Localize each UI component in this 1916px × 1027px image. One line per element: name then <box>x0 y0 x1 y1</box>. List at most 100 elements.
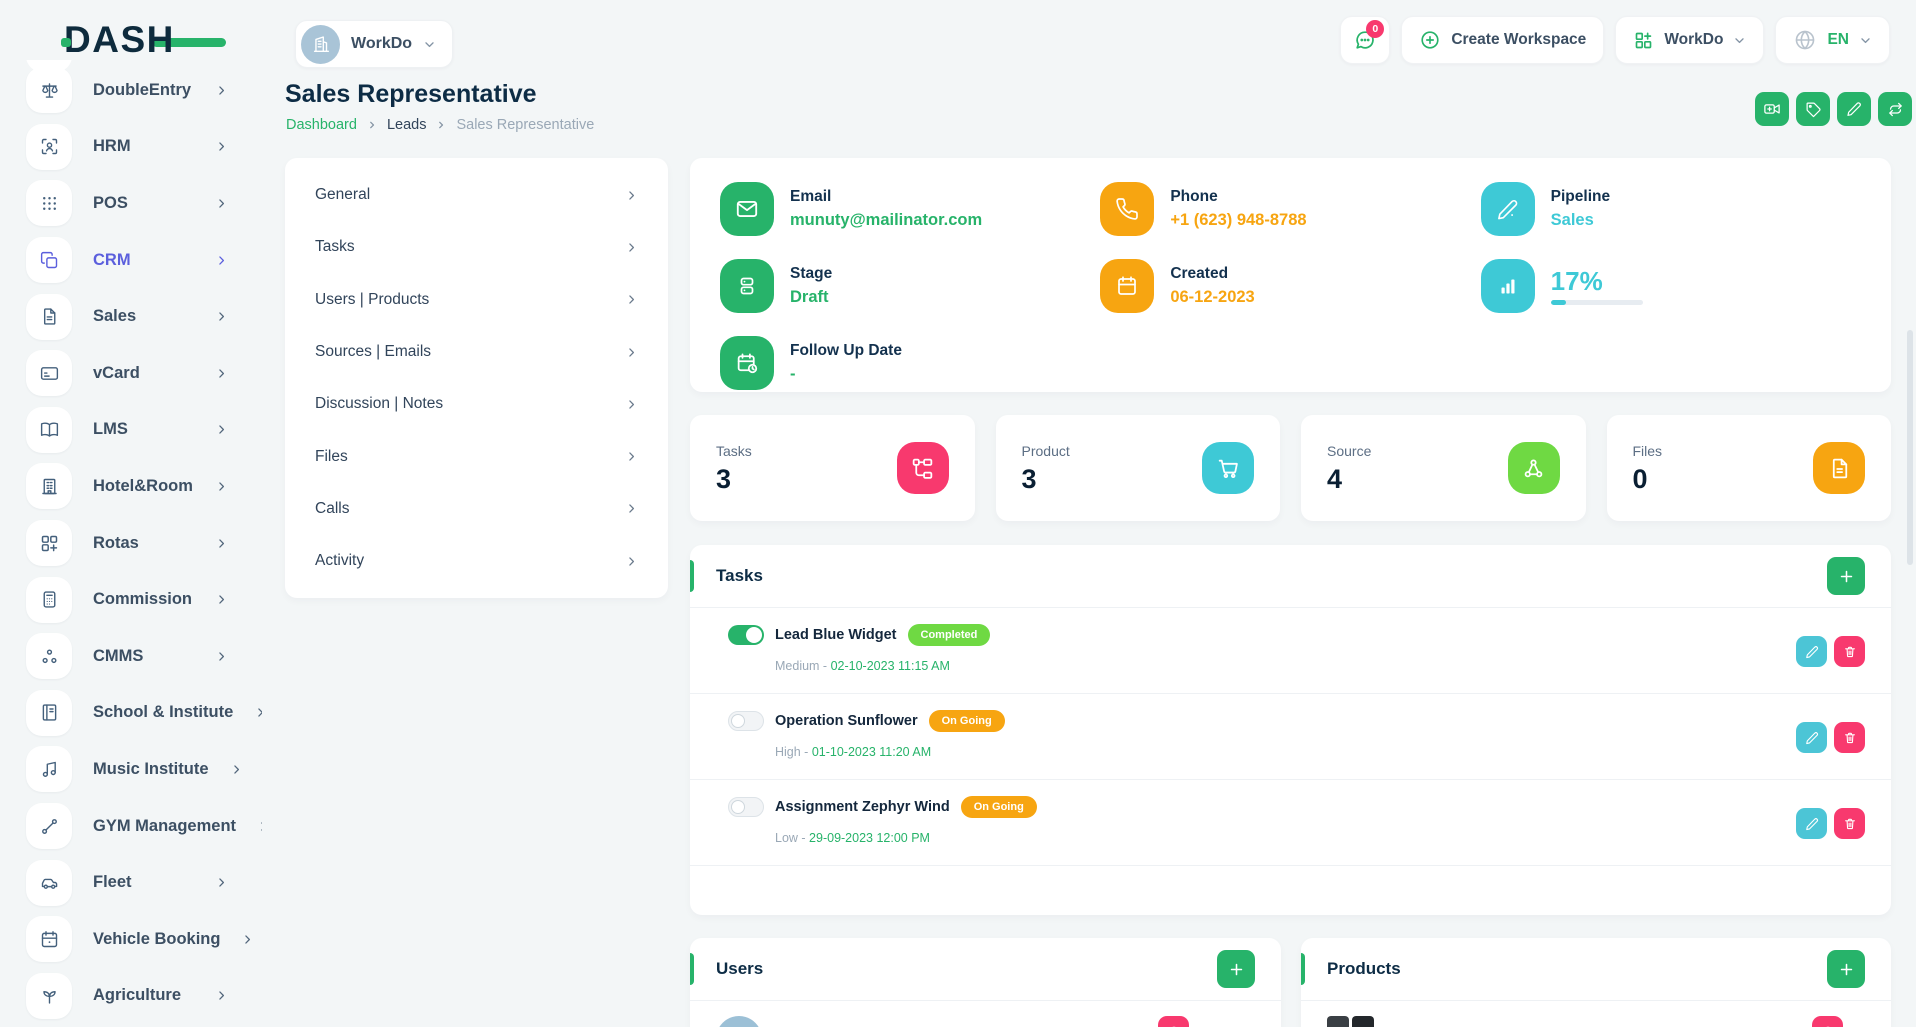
products-header: Products <box>1301 938 1891 1001</box>
sidebar-item-school-institute[interactable]: School & Institute <box>0 685 262 742</box>
sidebar-item-hrm[interactable]: HRM <box>0 119 262 176</box>
product-row <box>1301 1001 1891 1027</box>
sidebar-item-lms[interactable]: LMS <box>0 402 262 459</box>
sidebar-item-pos[interactable]: POS <box>0 175 262 232</box>
task-priority: High - <box>775 745 812 759</box>
menu-label: Discussion | Notes <box>315 395 443 413</box>
lead-menu-tasks[interactable]: Tasks <box>285 221 668 273</box>
progress-fill <box>1551 300 1567 305</box>
chevron-right-icon <box>215 876 228 889</box>
create-workspace-button[interactable]: Create Workspace <box>1401 16 1604 64</box>
menu-label: Files <box>315 448 348 466</box>
sidebar-item-agriculture[interactable]: Agriculture <box>0 968 262 1025</box>
cart-icon <box>1202 442 1254 494</box>
lead-pipeline: PipelineSales <box>1481 182 1861 236</box>
breadcrumb-leads[interactable]: Leads <box>387 117 427 133</box>
user-row <box>690 1001 1281 1027</box>
breadcrumb-dashboard[interactable]: Dashboard <box>286 117 357 133</box>
lead-menu-general[interactable]: General <box>285 169 668 221</box>
workspace-dropdown[interactable]: WorkDo <box>1615 16 1764 64</box>
task-row: Operation Sunflower On Going High - 01-1… <box>690 694 1891 780</box>
credit-card-icon <box>26 350 72 396</box>
stat-value: 4 <box>1327 466 1371 493</box>
lead-label-button[interactable] <box>1796 92 1830 126</box>
chevron-right-icon <box>625 450 638 463</box>
lead-call-button[interactable] <box>1755 92 1789 126</box>
menu-label: General <box>315 186 370 204</box>
sidebar-item-music-institute[interactable]: Music Institute <box>0 741 262 798</box>
trash-icon <box>1843 731 1857 745</box>
user-scan-icon <box>26 124 72 170</box>
sidebar-item-sales[interactable]: Sales <box>0 288 262 345</box>
lead-menu-files[interactable]: Files <box>285 430 668 482</box>
add-user-button[interactable] <box>1217 950 1255 988</box>
lead-menu-activity[interactable]: Activity <box>285 535 668 587</box>
chevron-right-icon <box>215 989 228 1002</box>
delete-task-button[interactable] <box>1834 722 1865 753</box>
delete-task-button[interactable] <box>1834 808 1865 839</box>
sidebar-item-vehicle-booking[interactable]: Vehicle Booking <box>0 911 262 968</box>
task-meta: Low - 29-09-2023 12:00 PM <box>775 831 1037 845</box>
sidebar-item-label: Hotel&Room <box>93 477 194 496</box>
users-header: Users <box>690 938 1281 1001</box>
add-task-button[interactable] <box>1827 557 1865 595</box>
task-complete-toggle[interactable] <box>728 625 764 645</box>
sidebar-item-label: CMMS <box>93 647 194 666</box>
created-label: Created <box>1170 265 1254 283</box>
nodes-icon <box>26 633 72 679</box>
dots-grid-icon <box>26 180 72 226</box>
products-card: Products <box>1301 938 1891 1027</box>
breadcrumb-current: Sales Representative <box>456 117 594 133</box>
workspace-selector[interactable]: WorkDo <box>295 20 453 68</box>
chevron-right-icon <box>625 241 638 254</box>
sidebar-item-gym-management[interactable]: GYM Management <box>0 798 262 855</box>
users-title: Users <box>716 959 763 979</box>
task-complete-toggle[interactable] <box>728 711 764 731</box>
add-product-button[interactable] <box>1827 950 1865 988</box>
lead-menu-discussion-notes[interactable]: Discussion | Notes <box>285 378 668 430</box>
lead-convert-button[interactable] <box>1878 92 1912 126</box>
lead-menu-card: General Tasks Users | Products Sources |… <box>285 158 668 598</box>
create-workspace-label: Create Workspace <box>1451 31 1586 49</box>
sidebar-item-commission[interactable]: Commission <box>0 571 262 628</box>
language-dropdown[interactable]: EN <box>1775 16 1890 64</box>
delete-user-button[interactable] <box>1158 1016 1189 1027</box>
sidebar-item-hotel-room[interactable]: Hotel&Room <box>0 458 262 515</box>
sidebar-item-fleet[interactable]: Fleet <box>0 854 262 911</box>
messages-button[interactable]: 0 <box>1340 16 1390 64</box>
edit-task-button[interactable] <box>1796 722 1827 753</box>
lead-menu-calls[interactable]: Calls <box>285 483 668 535</box>
sidebar-item-cmms[interactable]: CMMS <box>0 628 262 685</box>
dash-logo[interactable]: DASH <box>64 18 234 62</box>
sprout-icon <box>26 973 72 1019</box>
page-scrollbar[interactable] <box>1907 330 1913 565</box>
sidebar-item-label: vCard <box>93 364 194 383</box>
tag-icon <box>1805 101 1822 118</box>
progress-bar <box>1551 300 1643 305</box>
trash-icon <box>1843 817 1857 831</box>
lead-edit-button[interactable] <box>1837 92 1871 126</box>
edit-task-button[interactable] <box>1796 636 1827 667</box>
chevron-down-icon <box>1733 34 1746 47</box>
follow-up-label: Follow Up Date <box>790 342 902 360</box>
sidebar-item-crm[interactable]: CRM <box>0 232 262 289</box>
sidebar-nav: DoubleEntry HRM POS CRM Sales <box>0 60 262 1024</box>
chevron-right-icon <box>215 367 228 380</box>
lead-menu-sources-emails[interactable]: Sources | Emails <box>285 326 668 378</box>
task-meta: High - 01-10-2023 11:20 AM <box>775 745 1005 759</box>
sidebar-item-rotas[interactable]: Rotas <box>0 515 262 572</box>
copy-icon <box>26 237 72 283</box>
lead-progress: 17% <box>1481 259 1861 313</box>
task-complete-toggle[interactable] <box>728 797 764 817</box>
delete-product-button[interactable] <box>1812 1016 1843 1027</box>
pencil-icon <box>1805 645 1819 659</box>
sidebar-item-vcard[interactable]: vCard <box>0 345 262 402</box>
stat-label: Product <box>1022 443 1070 459</box>
sidebar-item-label: Vehicle Booking <box>93 930 220 949</box>
chevron-right-icon <box>436 120 446 130</box>
calculator-icon <box>26 577 72 623</box>
lead-menu-users-products[interactable]: Users | Products <box>285 274 668 326</box>
delete-task-button[interactable] <box>1834 636 1865 667</box>
edit-task-button[interactable] <box>1796 808 1827 839</box>
chevron-right-icon <box>215 537 228 550</box>
